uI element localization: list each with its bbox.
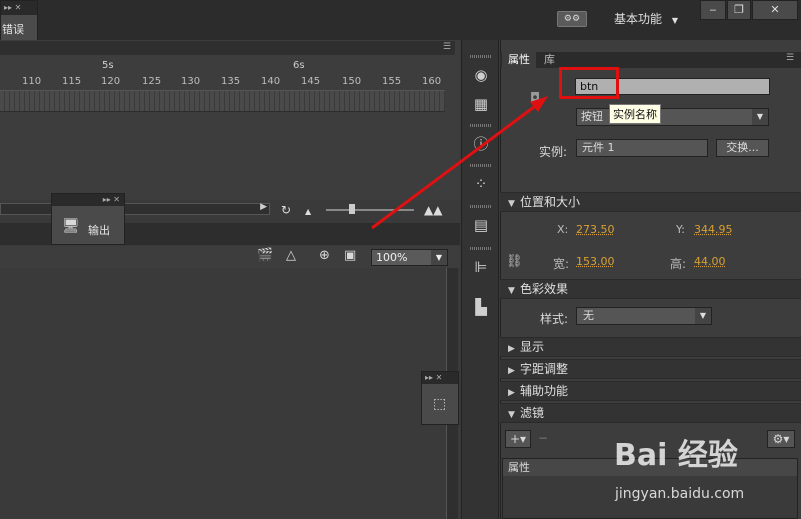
arrow-line	[371, 102, 539, 230]
watermark-logo: Bai 经验	[614, 438, 738, 473]
watermark-url: jingyan.baidu.com	[615, 486, 745, 502]
